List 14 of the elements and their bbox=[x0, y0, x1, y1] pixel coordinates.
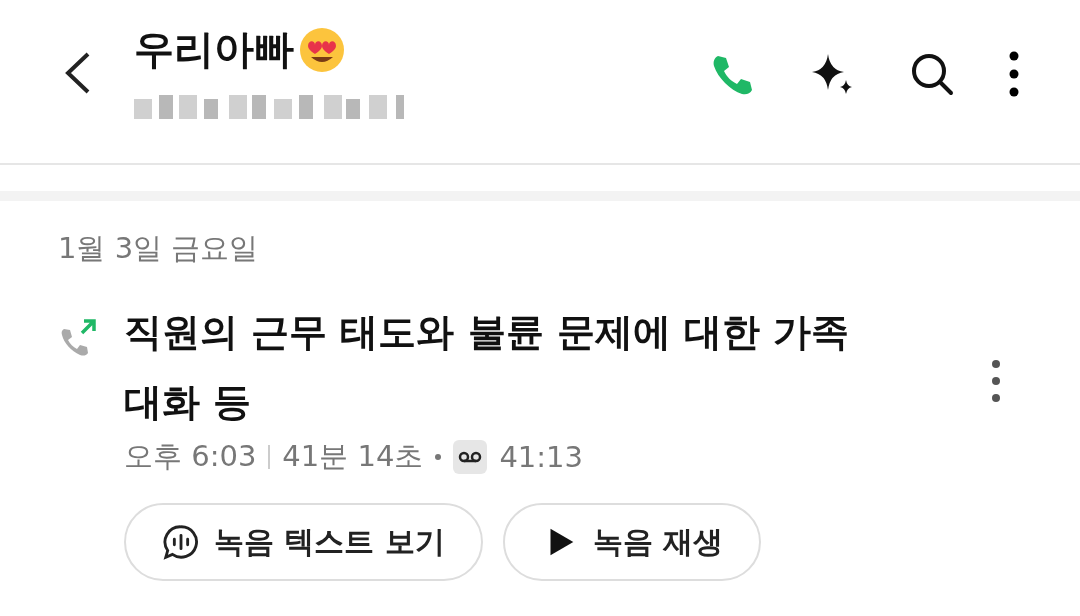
recording-icon bbox=[453, 440, 488, 474]
play-button[interactable]: 녹음 재생 bbox=[502, 503, 762, 581]
call-summary-title[interactable]: 직원의 근무 태도와 불륜 문제에 대한 가족 대화 등 bbox=[124, 297, 884, 437]
recording-length: 41:13 bbox=[499, 440, 583, 474]
date-header: 1월 3일 금요일 bbox=[58, 230, 260, 267]
call-time: 오후 6:03 bbox=[124, 438, 257, 475]
transcript-button[interactable]: 녹음 텍스트 보기 bbox=[124, 503, 483, 581]
more-icon[interactable] bbox=[990, 359, 1002, 403]
separator-dot bbox=[435, 454, 442, 460]
call-duration: 41분 14초 bbox=[282, 438, 424, 475]
heart-eyes-emoji-icon bbox=[298, 25, 346, 74]
more-icon[interactable] bbox=[1008, 50, 1020, 98]
contact-name: 우리아빠 bbox=[134, 25, 294, 74]
transcript-icon bbox=[162, 523, 200, 561]
